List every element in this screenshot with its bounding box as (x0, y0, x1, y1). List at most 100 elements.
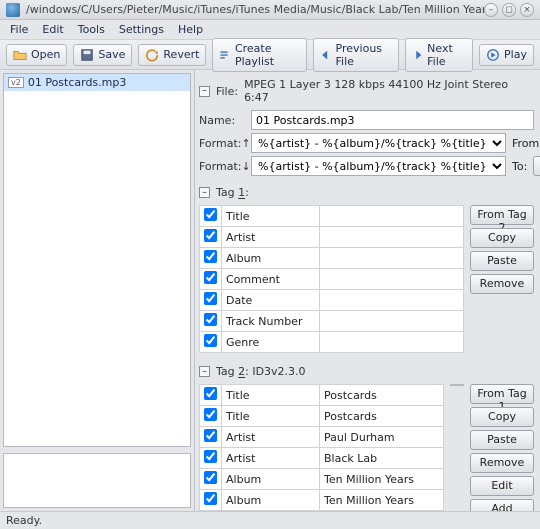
table-row[interactable]: TitlePostcards (200, 406, 444, 427)
lower-left-pane[interactable] (3, 453, 191, 508)
floppy-icon (80, 48, 94, 62)
next-file-button[interactable]: Next File (405, 38, 473, 72)
row-checkbox[interactable] (204, 271, 217, 284)
row-checkbox[interactable] (204, 450, 217, 463)
open-button[interactable]: Open (6, 44, 67, 66)
menu-edit[interactable]: Edit (36, 21, 69, 38)
table-row[interactable]: AlbumTen Million Years (200, 490, 444, 511)
field-value[interactable] (320, 248, 464, 269)
tag2-edit-button[interactable]: Edit (470, 476, 534, 496)
row-checkbox-cell (200, 427, 222, 448)
tag1-remove-button[interactable]: Remove (470, 274, 534, 294)
row-checkbox[interactable] (204, 250, 217, 263)
field-value[interactable] (320, 206, 464, 227)
menu-file[interactable]: File (4, 21, 34, 38)
previous-label: Previous File (336, 42, 392, 68)
titlebar: /windows/C/Users/Pieter/Music/iTunes/iTu… (0, 0, 540, 20)
row-checkbox[interactable] (204, 471, 217, 484)
field-value[interactable]: Postcards (320, 385, 444, 406)
field-name: Comment (222, 269, 320, 290)
row-checkbox-cell (200, 227, 222, 248)
name-input[interactable] (251, 110, 534, 130)
arrow-right-icon (412, 48, 423, 62)
field-name: Title (222, 406, 320, 427)
create-playlist-button[interactable]: Create Playlist (212, 38, 307, 72)
table-row[interactable]: Genre (200, 332, 464, 353)
tag1-head: Tag 1: (216, 186, 249, 199)
field-value[interactable] (320, 290, 464, 311)
save-button[interactable]: Save (73, 44, 132, 66)
menu-settings[interactable]: Settings (113, 21, 170, 38)
play-button[interactable]: Play (479, 44, 534, 66)
field-value[interactable] (320, 269, 464, 290)
field-value[interactable] (320, 311, 464, 332)
menu-tools[interactable]: Tools (72, 21, 111, 38)
row-checkbox[interactable] (204, 334, 217, 347)
tag1-copy-button[interactable]: Copy (470, 228, 534, 248)
table-row[interactable]: Track Number (200, 311, 464, 332)
field-value[interactable] (320, 227, 464, 248)
field-name: Genre (222, 332, 320, 353)
table-row[interactable]: Comment (200, 269, 464, 290)
row-checkbox[interactable] (204, 387, 217, 400)
to-tag1-button[interactable]: Tag 1 (533, 156, 540, 176)
row-checkbox[interactable] (204, 429, 217, 442)
format-up-select[interactable]: %{artist} - %{album}/%{track} %{title} (251, 133, 506, 153)
table-row[interactable]: TitlePostcards (200, 385, 444, 406)
row-checkbox[interactable] (204, 313, 217, 326)
tag2-head: Tag 2: ID3v2.3.0 (216, 365, 306, 378)
minimize-button[interactable]: – (484, 3, 498, 17)
field-value[interactable]: Ten Million Years (320, 490, 444, 511)
field-value[interactable]: Ten Million Years (320, 469, 444, 490)
table-row[interactable]: ArtistPaul Durham (200, 427, 444, 448)
row-checkbox[interactable] (204, 492, 217, 505)
row-checkbox[interactable] (204, 408, 217, 421)
previous-file-button[interactable]: Previous File (313, 38, 399, 72)
collapse-file-icon[interactable]: – (199, 86, 210, 97)
format-down-select[interactable]: %{artist} - %{album}/%{track} %{title} (251, 156, 506, 176)
field-name: Album (222, 469, 320, 490)
table-row[interactable]: Artist (200, 227, 464, 248)
table-row[interactable]: Title (200, 206, 464, 227)
collapse-tag2-icon[interactable]: – (199, 366, 210, 377)
field-value[interactable]: Paul Durham (320, 427, 444, 448)
revert-icon (145, 48, 159, 62)
tag2-scrollbar[interactable] (450, 384, 464, 386)
row-checkbox-cell (200, 290, 222, 311)
name-label: Name: (199, 114, 245, 127)
table-row[interactable]: AlbumTen Million Years (200, 469, 444, 490)
play-icon (486, 48, 500, 62)
field-value[interactable]: Black Lab (320, 448, 444, 469)
menu-help[interactable]: Help (172, 21, 209, 38)
tag1-paste-button[interactable]: Paste (470, 251, 534, 271)
tag2-paste-button[interactable]: Paste (470, 430, 534, 450)
tag2-copy-button[interactable]: Copy (470, 407, 534, 427)
collapse-tag1-icon[interactable]: – (199, 187, 210, 198)
tag1-grid: TitleArtistAlbumCommentDateTrack NumberG… (199, 205, 464, 353)
file-tree[interactable]: v2 01 Postcards.mp3 (3, 73, 191, 447)
tag2-from-tag1-button[interactable]: From Tag 1 (470, 384, 534, 404)
table-row[interactable]: Album (200, 248, 464, 269)
table-row[interactable]: ArtistBlack Lab (200, 448, 444, 469)
maximize-button[interactable]: ◻ (502, 3, 516, 17)
field-name: Title (222, 385, 320, 406)
revert-button[interactable]: Revert (138, 44, 206, 66)
row-checkbox-cell (200, 269, 222, 290)
tag1-from-tag2-button[interactable]: From Tag 2 (470, 205, 534, 225)
tree-item[interactable]: v2 01 Postcards.mp3 (4, 74, 190, 91)
row-checkbox[interactable] (204, 208, 217, 221)
table-row[interactable]: Date (200, 290, 464, 311)
row-checkbox[interactable] (204, 229, 217, 242)
from-label: From: (512, 137, 540, 150)
field-name: Album (222, 248, 320, 269)
field-value[interactable] (320, 332, 464, 353)
field-value[interactable]: Postcards (320, 406, 444, 427)
row-checkbox-cell (200, 490, 222, 511)
folder-open-icon (13, 48, 27, 62)
close-button[interactable]: × (520, 3, 534, 17)
tag2-add-button[interactable]: Add (470, 499, 534, 511)
tag2-remove-button[interactable]: Remove (470, 453, 534, 473)
row-checkbox-cell (200, 448, 222, 469)
row-checkbox[interactable] (204, 292, 217, 305)
row-checkbox-cell (200, 406, 222, 427)
